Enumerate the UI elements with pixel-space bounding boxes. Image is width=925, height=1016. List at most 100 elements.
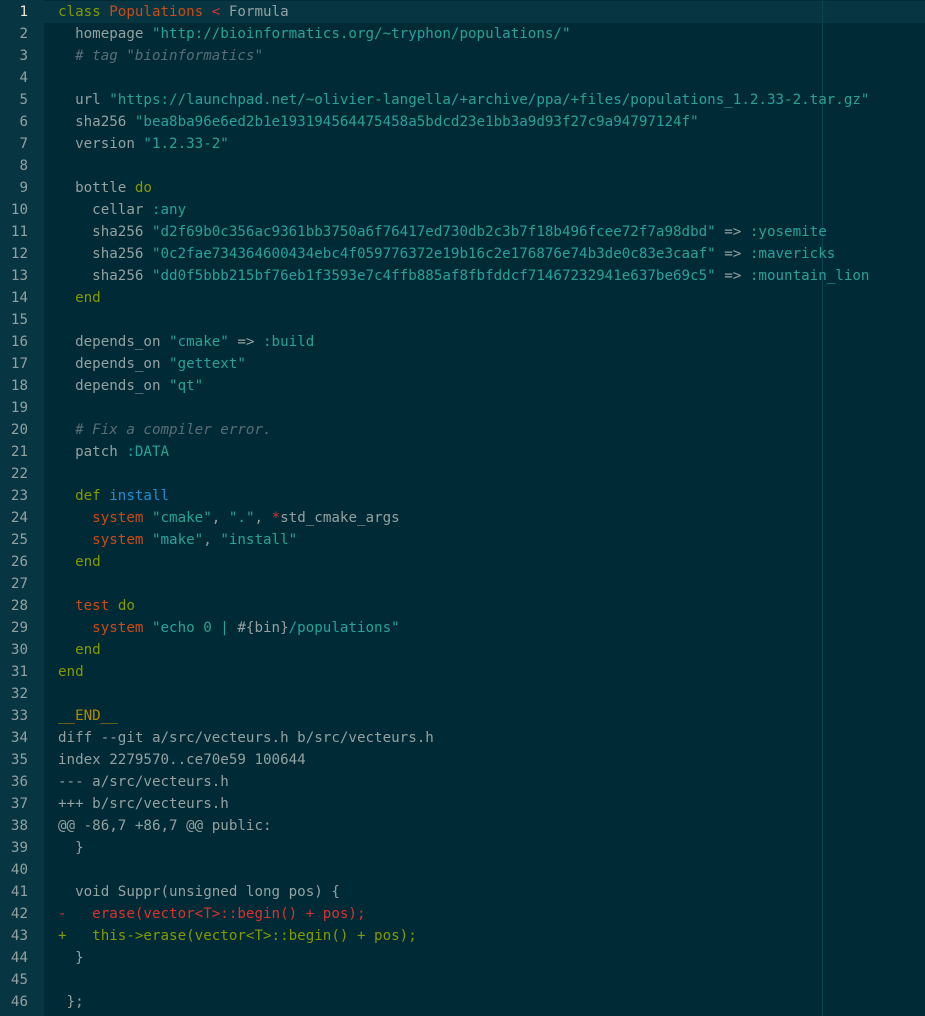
line-number: 32 [10,686,28,702]
code-line[interactable]: 19 [0,397,925,419]
code-line[interactable]: 2 homepage "http://bioinformatics.org/~t… [0,23,925,45]
code-line[interactable]: 32 [0,683,925,705]
line-number: 25 [10,532,28,548]
code-token: => [715,246,750,262]
line-number: 20 [10,422,28,438]
code-token: install [109,488,170,504]
code-line[interactable]: 5 url "https://launchpad.net/~olivier-la… [0,89,925,111]
line-number: 9 [19,180,28,196]
code-line[interactable]: 10 cellar :any [0,199,925,221]
code-token: "gettext" [169,356,246,372]
code-line[interactable]: 3 # tag "bioinformatics" [0,45,925,67]
code-line[interactable]: 43 + this->erase(vector<T>::begin() + pos… [0,925,925,947]
code-line[interactable]: 6 sha256 "bea8ba96e6ed2b1e19319456447545… [0,111,925,133]
code-line[interactable]: 36 --- a/src/vecteurs.h [0,771,925,793]
code-token: "cmake" [151,510,212,526]
code-line[interactable]: 21 patch :DATA [0,441,925,463]
code-token: , [203,532,221,548]
code-token: "https://launchpad.net/~olivier-langella… [109,92,870,108]
code-line[interactable]: 45 [0,969,925,991]
code-token: Formula [228,4,289,20]
code-line[interactable]: 42 - erase(vector<T>::begin() + pos); [0,903,925,925]
code-line[interactable]: 26 end [0,551,925,573]
code-line[interactable]: 39 } [0,837,925,859]
code-token: #{bin} [237,620,289,636]
line-number: 5 [19,92,28,108]
code-line[interactable]: 24 system "cmake", ".", *std_cmake_args [0,507,925,529]
code-line[interactable]: 44 } [0,947,925,969]
code-line[interactable]: 29 system "echo 0 | #{bin}/populations" [0,617,925,639]
code-line[interactable]: 28 test do [0,595,925,617]
line-number: 12 [10,246,28,262]
line-code: end [58,639,101,661]
code-line[interactable]: 34 diff --git a/src/vecteurs.h b/src/vect… [0,727,925,749]
line-number: 1 [19,4,28,20]
line-code: __END__ [58,705,118,727]
line-number: 2 [19,26,28,42]
code-line[interactable]: 16 depends_on "cmake" => :build [0,331,925,353]
code-token: } [58,840,84,856]
code-token: # Fix a compiler error. [58,422,272,438]
code-line[interactable]: 9 bottle do [0,177,925,199]
code-line[interactable]: 40 [0,859,925,881]
code-token: do [117,598,135,614]
code-line[interactable]: 20 # Fix a compiler error. [0,419,925,441]
code-line[interactable]: 46 }; [0,991,925,1013]
code-line[interactable]: 33 __END__ [0,705,925,727]
code-token: * [271,510,281,526]
code-line[interactable]: 4 [0,67,925,89]
code-line[interactable]: 35 index 2279570..ce70e59 100644 [0,749,925,771]
code-line[interactable]: 38 @@ -86,7 +86,7 @@ public: [0,815,925,837]
code-line[interactable]: 30 end [0,639,925,661]
code-line[interactable]: 15 [0,309,925,331]
code-line[interactable]: 17 depends_on "gettext" [0,353,925,375]
code-line[interactable]: 8 [0,155,925,177]
code-line[interactable]: 14 end [0,287,925,309]
line-code: url "https://launchpad.net/~olivier-lang… [58,89,869,111]
line-number: 6 [19,114,28,130]
code-line[interactable]: 18 depends_on "qt" [0,375,925,397]
line-number: 24 [10,510,28,526]
code-line[interactable]: 37 +++ b/src/vecteurs.h [0,793,925,815]
code-token: "make" [151,532,204,548]
code-token: "1.2.33-2" [143,136,229,152]
code-line[interactable]: 23 def install [0,485,925,507]
code-editor[interactable]: 1 class Populations < Formula 2 homepage "… [0,0,925,1016]
code-line[interactable]: 12 sha256 "0c2fae734364600434ebc4f059776… [0,243,925,265]
code-line[interactable]: 11 sha256 "d2f69b0c356ac9361bb3750a6f764… [0,221,925,243]
line-code: } [58,837,84,859]
code-token: sha256 [58,246,152,262]
code-token: version [58,136,144,152]
line-code: +++ b/src/vecteurs.h [58,793,229,815]
code-token: system [92,620,144,636]
code-line[interactable]: 41 void Suppr(unsigned long pos) { [0,881,925,903]
code-token: def [75,488,110,504]
line-code: patch :DATA [58,441,169,463]
code-token: depends_on [58,334,170,350]
code-token: system [92,510,144,526]
line-code: end [58,551,101,573]
code-line[interactable]: 27 [0,573,925,595]
code-token: :mavericks [749,246,836,262]
line-code: homepage "http://bioinformatics.org/~try… [58,23,570,45]
code-token: - erase(vector<T>::begin() + pos); [58,906,366,922]
code-token: homepage [58,26,152,42]
code-line[interactable]: 25 system "make", "install" [0,529,925,551]
line-number: 18 [10,378,28,394]
code-token: , [211,510,229,526]
code-line[interactable]: 31 end [0,661,925,683]
code-line[interactable]: 7 version "1.2.33-2" [0,133,925,155]
code-line[interactable]: 22 [0,463,925,485]
code-token: --- a/src/vecteurs.h [58,774,229,790]
line-number: 14 [10,290,28,306]
code-line[interactable]: 13 sha256 "dd0f5bbb215bf76eb1f3593e7c4ff… [0,265,925,287]
line-code: depends_on "gettext" [58,353,246,375]
code-token: class [58,4,110,20]
code-line[interactable]: 1 class Populations < Formula [0,1,925,23]
line-number: 13 [10,268,28,284]
